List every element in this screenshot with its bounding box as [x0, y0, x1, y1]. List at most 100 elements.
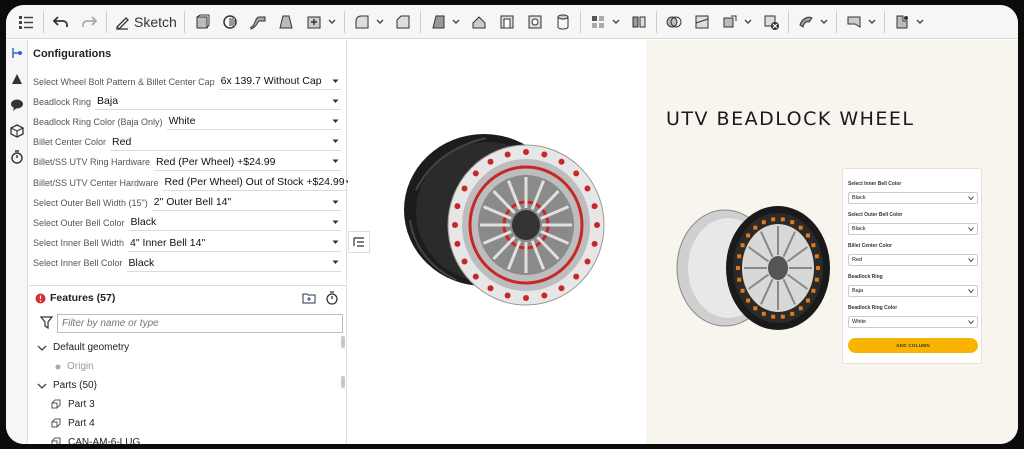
wheel-bolt [472, 273, 479, 280]
configurations-panel: Configurations Select Wheel Bolt Pattern… [29, 40, 354, 284]
revolve-icon[interactable] [219, 11, 241, 33]
shell-icon[interactable] [496, 11, 518, 33]
filter-icon[interactable] [40, 316, 53, 329]
parts-icon[interactable] [6, 118, 28, 144]
toolbar: Sketch [6, 5, 1018, 39]
thicken-icon[interactable] [303, 11, 325, 33]
ring-bolt [737, 254, 742, 259]
redo-icon[interactable] [78, 11, 100, 33]
boolean-icon[interactable] [663, 11, 685, 33]
scrollbar-thumb[interactable] [341, 336, 345, 348]
transform-icon[interactable] [719, 11, 741, 33]
tree-group[interactable]: Default geometry [29, 338, 129, 357]
option-select[interactable]: Black [848, 223, 978, 235]
chevron-down-icon[interactable] [612, 11, 621, 33]
chevron-down-icon[interactable] [820, 11, 829, 33]
sheet-metal-icon[interactable] [795, 11, 817, 33]
stopwatch-icon[interactable] [6, 144, 28, 170]
config-select[interactable]: Black [128, 214, 341, 232]
config-select[interactable]: Red (Per Wheel) +$24.99 [154, 154, 341, 171]
sweep-icon[interactable] [247, 11, 269, 33]
option-select[interactable]: Black [848, 192, 978, 204]
pattern-icon[interactable] [587, 11, 609, 33]
panel-toggle-button[interactable] [348, 231, 370, 253]
config-select[interactable]: 2" Outer Bell 14" [151, 194, 341, 212]
fillet-icon[interactable] [351, 11, 373, 33]
config-select[interactable]: 6x 139.7 Without Cap [218, 73, 341, 90]
config-select[interactable]: Black [126, 255, 341, 272]
split-icon[interactable] [691, 11, 713, 33]
tree-item-part[interactable]: CAN-AM-6-LUG [29, 433, 140, 444]
config-select[interactable]: Red [110, 134, 341, 151]
chevron-down-icon[interactable] [916, 11, 925, 33]
config-select[interactable]: Baja [95, 93, 341, 111]
chevron-down-icon[interactable] [744, 11, 753, 33]
graphics-viewport[interactable] [348, 40, 646, 444]
extrude-icon[interactable] [191, 11, 213, 33]
toolbar-divider [579, 10, 581, 33]
ring-bolt [798, 306, 803, 311]
draft-icon[interactable] [427, 11, 449, 33]
chamfer-icon[interactable] [392, 11, 414, 33]
toolbar-divider [835, 10, 837, 33]
appearance-icon[interactable] [6, 66, 28, 92]
wheel-bolt [454, 240, 461, 247]
screenshot-frame: Sketch Configurations Select Wheel Bolt … [0, 0, 1024, 449]
ring-bolt [790, 220, 795, 225]
option-value: Baja [852, 288, 864, 294]
chevron-down-icon [332, 260, 339, 265]
features-panel: Features (57) Default geometry Origin Part… [29, 285, 347, 444]
undo-icon[interactable] [50, 11, 72, 33]
wheel-3d-model[interactable] [396, 130, 608, 310]
tree-item-part[interactable]: Part 3 [29, 395, 95, 414]
toolbar-divider [106, 10, 107, 33]
rib-icon[interactable] [468, 11, 490, 33]
option-select[interactable]: White [848, 316, 978, 328]
config-select[interactable]: Red (Per Wheel) Out of Stock +$24.99 [162, 174, 354, 191]
tree-item-part[interactable]: Part 4 [29, 414, 95, 433]
option-value: White [852, 319, 867, 325]
features-title: Features (57) [50, 292, 116, 304]
option-select[interactable]: Red [848, 254, 978, 266]
add-folder-icon[interactable] [302, 291, 316, 305]
config-label: Billet Center Color [33, 137, 107, 148]
config-label: Select Wheel Bolt Pattern & Billet Cente… [33, 76, 215, 87]
loft-icon[interactable] [275, 11, 297, 33]
comments-icon[interactable] [6, 92, 28, 118]
sketch-button[interactable]: Sketch [110, 11, 181, 33]
config-value: Red (Per Wheel) +$24.99 [156, 155, 276, 168]
list-icon [353, 237, 364, 247]
scrollbar-thumb[interactable] [341, 376, 345, 388]
add-column-button[interactable]: ADD COLUMN [848, 338, 978, 353]
ring-bolt [737, 277, 742, 282]
chevron-down-icon[interactable] [328, 11, 337, 33]
config-select[interactable]: 4" Inner Bell 14" [128, 235, 341, 252]
mirror-icon[interactable] [628, 11, 650, 33]
chevron-down-icon[interactable] [868, 11, 877, 33]
delete-part-icon[interactable] [760, 11, 782, 33]
option-label: Select Outer Bell Color [848, 212, 903, 218]
chevron-down-icon[interactable] [452, 11, 461, 33]
hole-icon[interactable] [524, 11, 546, 33]
mate-connector-icon[interactable] [891, 11, 913, 33]
tree-label: Part 3 [68, 399, 95, 410]
cylinder-icon[interactable] [552, 11, 574, 33]
chevron-down-icon[interactable] [37, 381, 47, 391]
option-select[interactable]: Baja [848, 285, 978, 297]
ring-bolt [771, 217, 776, 222]
feature-filter-input[interactable] [57, 314, 343, 333]
config-select[interactable]: White [166, 113, 341, 131]
tree-group[interactable]: Parts (50) [29, 376, 97, 395]
chevron-down-icon [332, 119, 339, 123]
chevron-down-icon[interactable] [376, 11, 385, 33]
rollback-stopwatch-icon[interactable] [325, 291, 339, 305]
ring-bolt [805, 233, 810, 238]
feature-list-icon[interactable] [15, 11, 37, 33]
configurations-icon[interactable] [6, 40, 28, 66]
wheel-bolt [558, 158, 565, 165]
plane-icon[interactable] [843, 11, 865, 33]
chevron-down-icon[interactable] [37, 343, 47, 353]
origin-icon [55, 364, 61, 369]
config-value: 6x 139.7 Without Cap [220, 75, 322, 87]
tree-item-origin[interactable]: Origin [29, 357, 94, 376]
